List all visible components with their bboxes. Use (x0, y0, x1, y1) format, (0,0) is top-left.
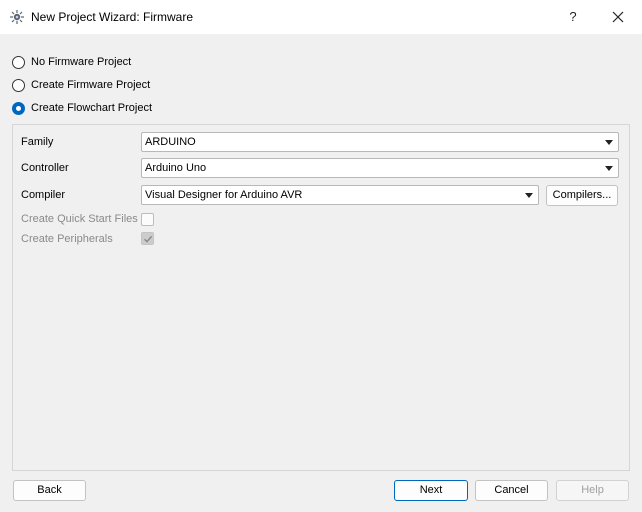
radio-no-firmware[interactable]: No Firmware Project (12, 54, 131, 70)
radio-button[interactable] (12, 78, 25, 92)
chevron-down-icon (605, 140, 613, 145)
radio-label: Create Firmware Project (31, 79, 151, 91)
peripherals-label: Create Peripherals (21, 233, 113, 245)
peripherals-checkbox[interactable] (141, 232, 154, 245)
radio-button[interactable] (12, 55, 25, 69)
title-help-button[interactable]: ? (560, 6, 586, 28)
compiler-label: Compiler (21, 189, 66, 201)
app-icon (9, 9, 25, 25)
window-title: New Project Wizard: Firmware (31, 10, 194, 24)
family-select[interactable]: ARDUINO (141, 132, 619, 152)
radio-label: Create Flowchart Project (31, 102, 153, 114)
back-button[interactable]: Back (13, 480, 86, 501)
title-bar: New Project Wizard: Firmware ? (0, 0, 642, 34)
radio-create-flowchart[interactable]: Create Flowchart Project (12, 100, 152, 116)
controller-value: Arduino Uno (145, 162, 207, 174)
close-button[interactable] (604, 6, 632, 28)
checkmark-icon (144, 235, 153, 243)
help-button[interactable]: Help (556, 480, 629, 501)
quick-start-checkbox[interactable] (141, 213, 154, 226)
family-label: Family (21, 136, 54, 148)
radio-create-firmware[interactable]: Create Firmware Project (12, 77, 150, 93)
controller-label: Controller (21, 162, 69, 174)
controller-select[interactable]: Arduino Uno (141, 158, 619, 178)
quick-start-label: Create Quick Start Files (21, 213, 138, 225)
next-button[interactable]: Next (394, 480, 468, 501)
cancel-button[interactable]: Cancel (475, 480, 548, 501)
radio-button[interactable] (12, 101, 25, 115)
close-icon (612, 11, 624, 23)
chevron-down-icon (525, 193, 533, 198)
compiler-select[interactable]: Visual Designer for Arduino AVR (141, 185, 539, 205)
compilers-button[interactable]: Compilers... (546, 185, 618, 206)
compiler-value: Visual Designer for Arduino AVR (145, 189, 303, 201)
radio-label: No Firmware Project (31, 56, 132, 68)
chevron-down-icon (605, 166, 613, 171)
family-value: ARDUINO (145, 136, 196, 148)
